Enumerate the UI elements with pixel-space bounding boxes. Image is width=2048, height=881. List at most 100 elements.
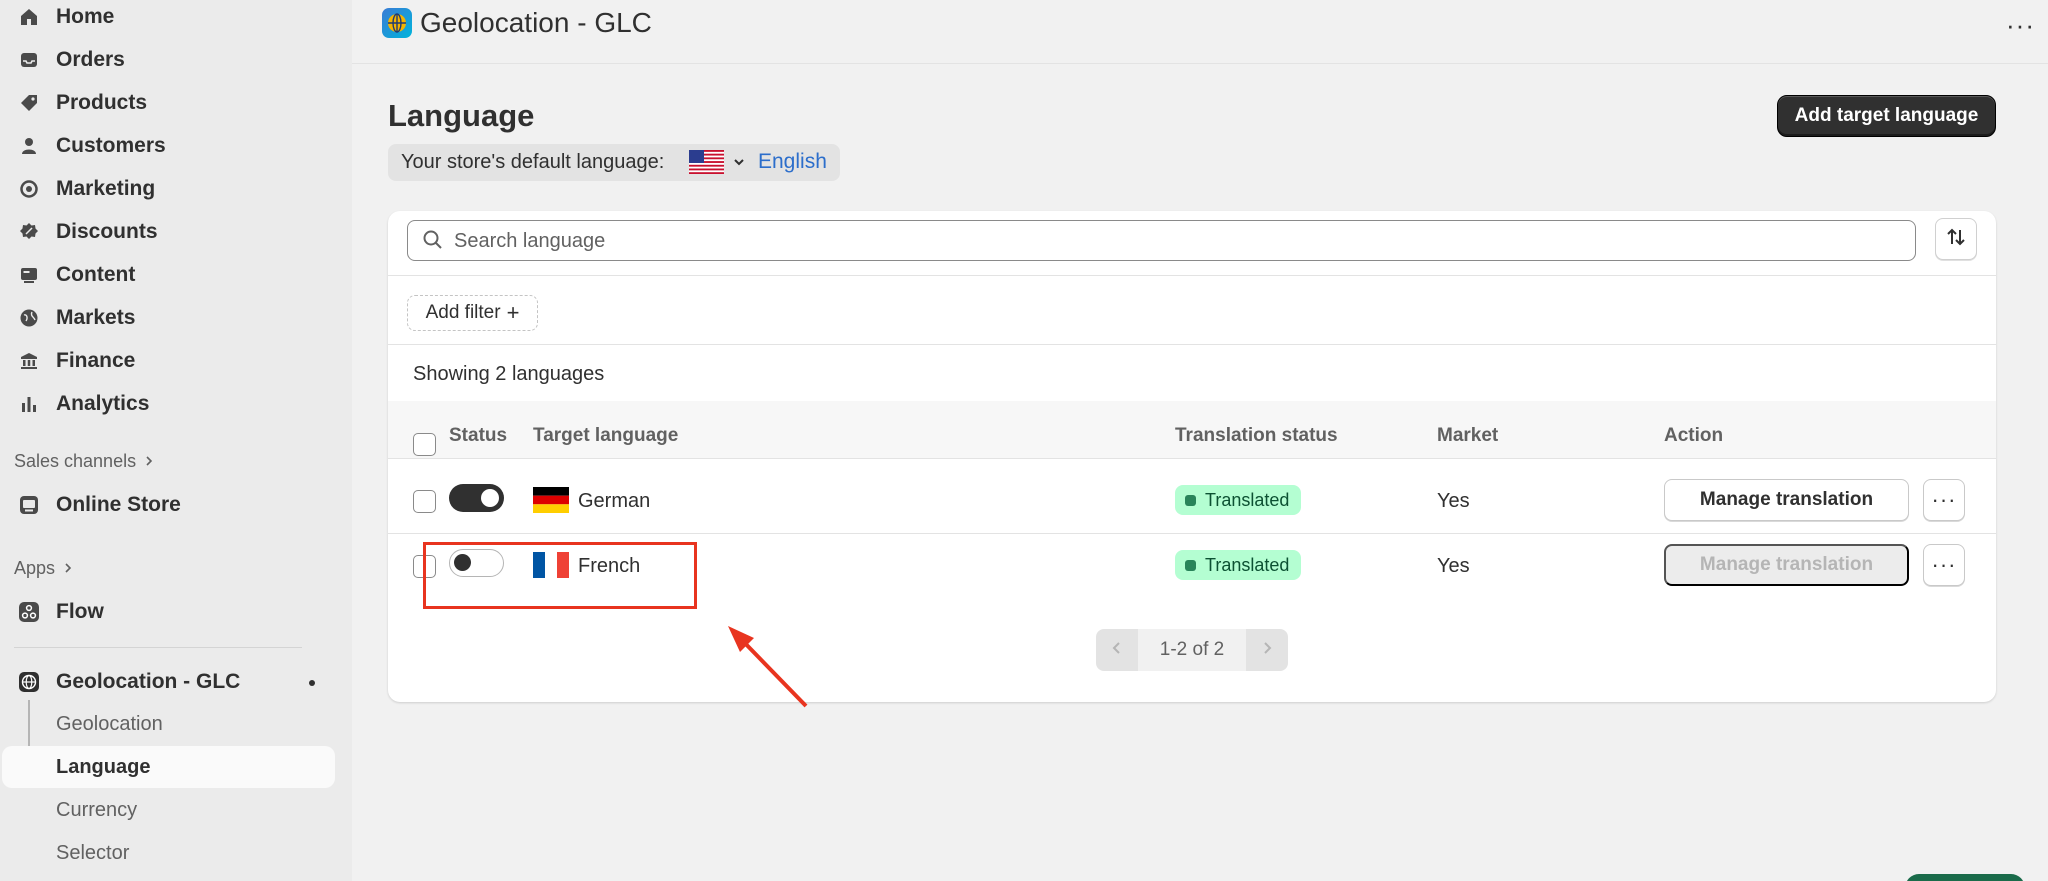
discount-icon xyxy=(17,220,41,244)
pagination-label: 1-2 of 2 xyxy=(1138,629,1246,671)
status-toggle[interactable] xyxy=(449,484,504,512)
sidebar-item-home[interactable]: Home xyxy=(0,0,340,37)
add-target-language-button[interactable]: Add target language xyxy=(1777,95,1996,137)
chevron-right-icon xyxy=(63,558,73,579)
sidebar-item-label: Orders xyxy=(56,48,125,71)
row-more-button[interactable]: ··· xyxy=(1923,544,1965,586)
sidebar-subitem-label: Geolocation xyxy=(56,712,163,735)
language-name: German xyxy=(578,490,651,512)
person-icon xyxy=(17,134,41,158)
column-header-translation-status[interactable]: Translation status xyxy=(1175,425,1338,447)
app-logo-icon xyxy=(382,8,412,38)
bank-icon xyxy=(17,349,41,373)
add-filter-button[interactable]: Add filter + xyxy=(407,295,538,331)
market-value: Yes xyxy=(1437,555,1470,577)
manage-translation-button[interactable]: Manage translation xyxy=(1664,544,1909,586)
sidebar-item-label: Finance xyxy=(56,349,136,372)
sidebar-item-finance[interactable]: Finance xyxy=(0,341,340,381)
manage-translation-button[interactable]: Manage translation xyxy=(1664,479,1909,521)
sidebar: Home Orders Products Customers Marketing… xyxy=(0,0,352,881)
sidebar-item-discounts[interactable]: Discounts xyxy=(0,212,340,252)
status-dot xyxy=(1185,494,1196,506)
add-filter-label: Add filter xyxy=(425,302,501,323)
flow-icon xyxy=(17,600,41,624)
sidebar-item-markets[interactable]: Markets xyxy=(0,298,340,338)
chevron-down-icon[interactable] xyxy=(731,154,747,175)
sidebar-item-label: Analytics xyxy=(56,392,150,415)
sidebar-item-online-store[interactable]: Online Store xyxy=(0,485,340,525)
sidebar-item-analytics[interactable]: Analytics xyxy=(0,384,340,424)
default-language-label: Your store's default language: xyxy=(401,151,665,173)
sidebar-subitem-label: Language xyxy=(56,755,151,778)
default-language-link[interactable]: English xyxy=(758,150,827,174)
sidebar-item-flow[interactable]: Flow xyxy=(0,592,340,632)
sidebar-item-orders[interactable]: Orders xyxy=(0,40,340,80)
sidebar-subitem-label: Selector xyxy=(56,841,130,864)
apps-label: Apps xyxy=(14,558,56,578)
sort-button[interactable] xyxy=(1935,218,1977,260)
search-icon xyxy=(422,229,444,256)
sidebar-item-marketing[interactable]: Marketing xyxy=(0,169,340,209)
content-icon xyxy=(17,263,41,287)
pin-dot xyxy=(309,680,315,686)
pagination-next-button[interactable] xyxy=(1246,629,1288,671)
page-title: Language xyxy=(388,98,535,133)
app-title: Geolocation - GLC xyxy=(420,7,652,38)
sidebar-item-label: Content xyxy=(56,263,136,286)
column-header-market[interactable]: Market xyxy=(1437,425,1498,447)
chevron-left-icon xyxy=(1110,640,1124,661)
globe-icon xyxy=(17,306,41,330)
header-more-button[interactable]: ··· xyxy=(2006,10,2035,41)
row-divider xyxy=(388,533,1996,534)
sidebar-subitem-language[interactable]: Language xyxy=(2,746,335,788)
pagination-previous-button[interactable] xyxy=(1096,629,1138,671)
search-input[interactable] xyxy=(454,227,1854,255)
column-header-target-language[interactable]: Target language xyxy=(533,425,678,447)
sales-channels-label: Sales channels xyxy=(14,451,137,471)
corner-action-button[interactable] xyxy=(1905,874,2025,881)
annotation-arrow-icon xyxy=(728,626,808,708)
annotation-highlight-box xyxy=(423,542,697,609)
card-divider xyxy=(388,344,1996,345)
sidebar-item-label: Flow xyxy=(56,600,104,623)
row-checkbox[interactable] xyxy=(413,490,436,513)
status-badge-label: Translated xyxy=(1205,489,1290,510)
bar-chart-icon xyxy=(17,392,41,416)
sidebar-item-geolocation-app[interactable]: Geolocation - GLC xyxy=(0,662,340,702)
app-globe-icon xyxy=(17,670,41,694)
inbox-icon xyxy=(17,48,41,72)
column-header-status[interactable]: Status xyxy=(449,425,507,447)
chevron-right-icon xyxy=(144,451,154,472)
sidebar-subitem-currency[interactable]: Currency xyxy=(0,789,333,831)
germany-flag-icon xyxy=(533,487,569,513)
store-icon xyxy=(17,493,41,517)
apps-heading[interactable]: Apps xyxy=(14,558,73,579)
plus-icon: + xyxy=(506,300,520,325)
sales-channels-heading[interactable]: Sales channels xyxy=(14,451,154,472)
status-badge: Translated xyxy=(1175,550,1302,580)
sidebar-item-customers[interactable]: Customers xyxy=(0,126,340,166)
target-icon xyxy=(17,177,41,201)
status-dot xyxy=(1185,559,1196,571)
sidebar-item-label: Geolocation - GLC xyxy=(56,670,241,693)
sidebar-item-label: Online Store xyxy=(56,493,181,516)
search-field[interactable] xyxy=(407,220,1916,261)
sidebar-item-products[interactable]: Products xyxy=(0,83,340,123)
chevron-right-icon xyxy=(1260,640,1274,661)
sidebar-item-label: Products xyxy=(56,91,148,114)
us-flag-icon[interactable] xyxy=(689,150,724,174)
sort-icon xyxy=(1945,226,1967,253)
sidebar-item-content[interactable]: Content xyxy=(0,255,340,295)
status-badge-label: Translated xyxy=(1205,554,1290,575)
select-all-checkbox[interactable] xyxy=(413,433,436,456)
sidebar-item-label: Marketing xyxy=(56,177,156,200)
sidebar-subitem-geolocation[interactable]: Geolocation xyxy=(0,703,333,745)
sidebar-item-label: Home xyxy=(56,5,115,28)
column-header-action[interactable]: Action xyxy=(1664,425,1723,447)
row-more-button[interactable]: ··· xyxy=(1923,479,1965,521)
card-divider xyxy=(388,275,1996,276)
sidebar-subitem-selector[interactable]: Selector xyxy=(0,832,333,874)
market-value: Yes xyxy=(1437,490,1470,512)
sidebar-item-label: Customers xyxy=(56,134,166,157)
sidebar-divider xyxy=(14,647,302,648)
